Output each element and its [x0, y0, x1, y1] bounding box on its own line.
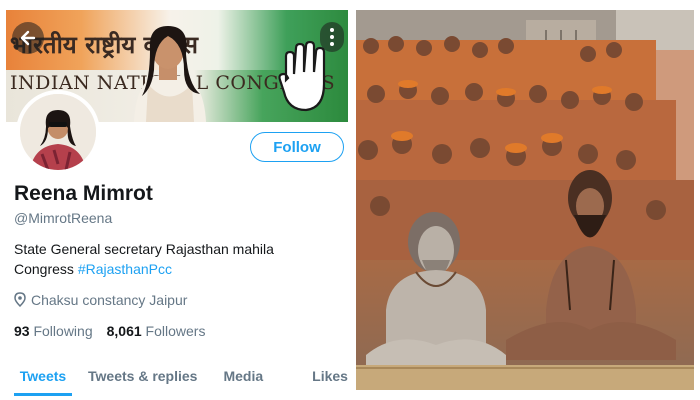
profile-tabs: Tweets Tweets & replies Media Likes — [6, 360, 348, 396]
more-vertical-icon — [330, 28, 334, 32]
sadhus-photo — [356, 10, 694, 390]
location-pin-icon — [14, 292, 26, 307]
avatar-image — [20, 94, 96, 170]
tab-tweets[interactable]: Tweets — [14, 360, 72, 396]
following-link[interactable]: 93 Following — [14, 323, 93, 339]
banner-person-image — [134, 26, 206, 122]
following-label: Following — [33, 323, 93, 339]
followers-count: 8,061 — [106, 323, 142, 339]
profile-name: Reena Mimrot — [14, 182, 153, 205]
avatar[interactable] — [16, 90, 100, 174]
following-count: 93 — [14, 323, 30, 339]
arrow-left-icon — [20, 30, 36, 46]
followers-link[interactable]: 8,061 Followers — [107, 323, 206, 339]
followers-label: Followers — [145, 323, 206, 339]
profile-location: Chaksu constancy Jaipur — [14, 292, 187, 308]
location-text: Chaksu constancy Jaipur — [31, 292, 188, 308]
tab-media[interactable]: Media — [223, 360, 263, 396]
follow-button[interactable]: Follow — [250, 132, 344, 162]
crowd-photo-image — [356, 10, 694, 390]
more-options-button[interactable] — [320, 22, 344, 52]
back-button[interactable] — [12, 22, 44, 54]
profile-screenshot: भारतीय राष्ट्रीय कांग्रेस INDIAN NATIONA… — [6, 10, 348, 396]
tab-likes[interactable]: Likes — [312, 360, 348, 396]
bio-hashtag-link[interactable]: #RajasthanPcc — [78, 261, 172, 277]
profile-stats: 93 Following 8,061 Followers — [14, 323, 205, 339]
profile-handle: @MimrotReena — [14, 210, 113, 226]
profile-bio: State General secretary Rajasthan mahila… — [14, 239, 314, 279]
tab-tweets-replies[interactable]: Tweets & replies — [88, 360, 197, 396]
congress-hand-icon — [278, 40, 326, 112]
